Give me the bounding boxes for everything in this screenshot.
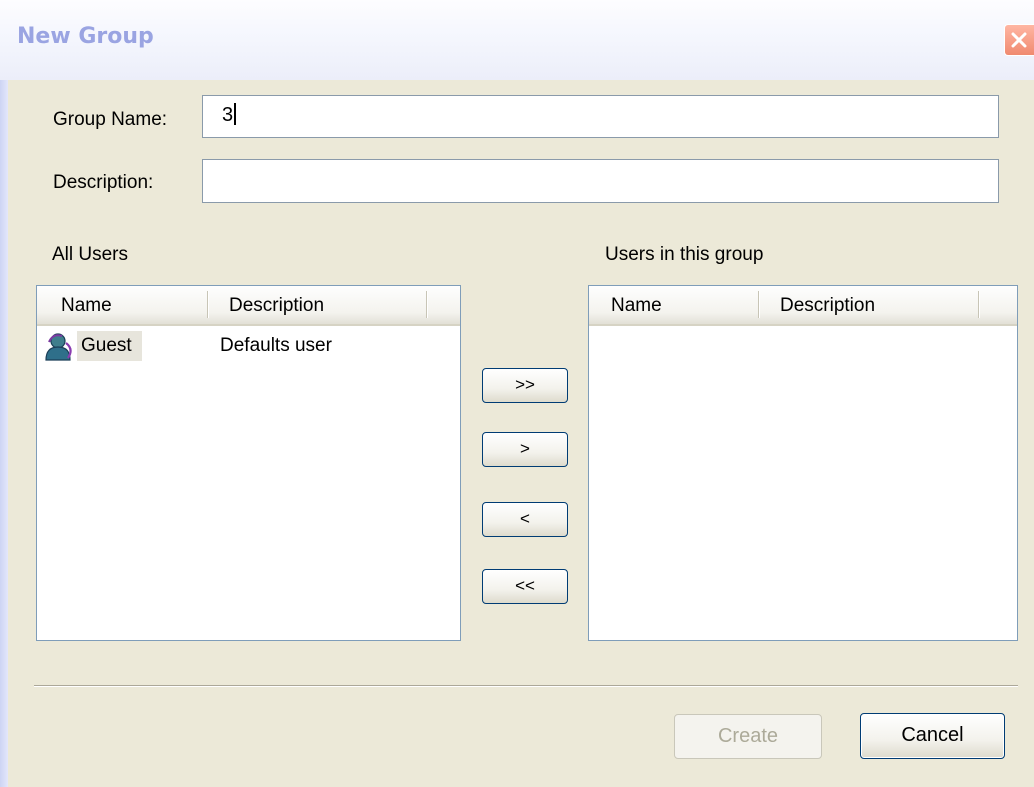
- column-header-description[interactable]: Description: [229, 295, 324, 317]
- window-border: [0, 80, 8, 787]
- group-users-label: Users in this group: [605, 244, 764, 265]
- column-separator[interactable]: [758, 291, 760, 318]
- divider: [34, 685, 1018, 687]
- group-users-header: Name Description: [589, 286, 1017, 326]
- create-button[interactable]: Create: [674, 714, 822, 759]
- column-header-name[interactable]: Name: [61, 295, 112, 317]
- text-caret: [234, 103, 237, 125]
- remove-all-button[interactable]: <<: [482, 569, 568, 604]
- user-icon: [45, 333, 72, 361]
- new-group-dialog: New Group Group Name: 3 Description: All…: [0, 0, 1034, 787]
- all-users-label: All Users: [52, 244, 129, 265]
- cancel-button[interactable]: Cancel: [860, 713, 1005, 759]
- all-users-list[interactable]: Name Description Guest Defaults user: [36, 285, 461, 641]
- user-name: Guest: [77, 331, 142, 361]
- all-users-header: Name Description: [37, 286, 460, 326]
- dialog-title: New Group: [17, 24, 154, 49]
- column-header-name[interactable]: Name: [611, 295, 662, 317]
- group-users-list[interactable]: Name Description: [588, 285, 1018, 641]
- column-separator[interactable]: [207, 291, 209, 318]
- add-button[interactable]: >: [482, 432, 568, 467]
- group-name-input[interactable]: 3: [202, 95, 999, 138]
- title-bar[interactable]: New Group: [0, 0, 1034, 80]
- description-input[interactable]: [202, 159, 999, 203]
- close-button[interactable]: [1004, 24, 1034, 56]
- description-label: Description:: [53, 172, 154, 193]
- column-separator[interactable]: [426, 291, 428, 318]
- group-name-label: Group Name:: [53, 109, 168, 130]
- add-all-button[interactable]: >>: [482, 368, 568, 403]
- remove-button[interactable]: <: [482, 502, 568, 537]
- column-separator[interactable]: [978, 291, 980, 318]
- list-item[interactable]: Guest Defaults user: [37, 330, 460, 364]
- close-icon: [1011, 32, 1027, 48]
- column-header-description[interactable]: Description: [780, 295, 875, 317]
- user-description: Defaults user: [220, 335, 332, 356]
- group-name-value: 3: [222, 104, 234, 126]
